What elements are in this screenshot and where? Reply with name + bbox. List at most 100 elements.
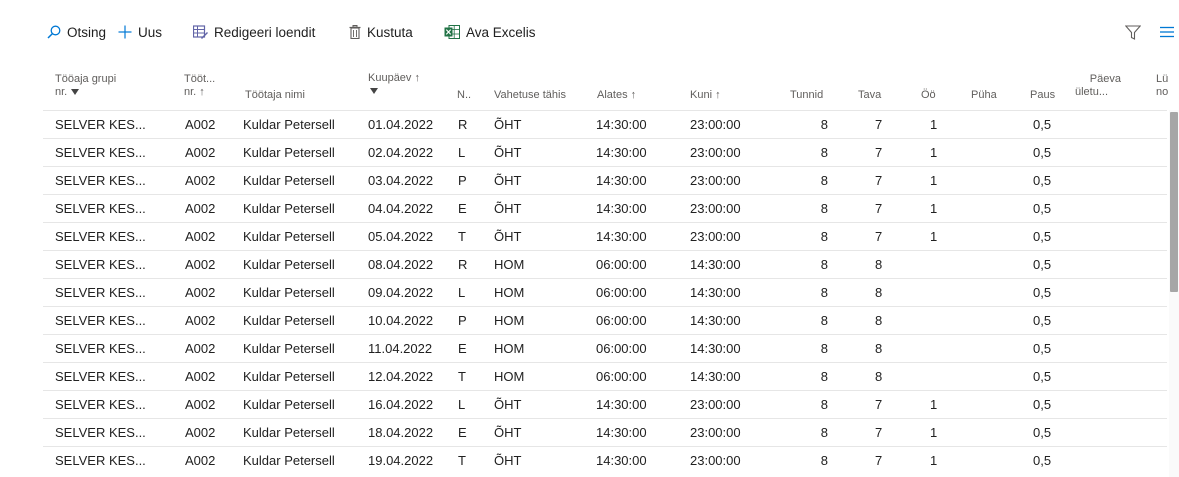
- table-row[interactable]: SELVER KES... A002 Kuldar Petersell 12.04.2…: [43, 362, 1167, 390]
- column-header-group-no[interactable]: Tööaja grupi nr.: [55, 73, 116, 99]
- cell-day: E: [458, 201, 467, 216]
- cell-night: 1: [930, 453, 938, 468]
- cell-shift-code: ÕHT: [494, 201, 522, 216]
- cell-employee-name: Kuldar Petersell: [243, 425, 335, 440]
- table-row[interactable]: SELVER KES... A002 Kuldar Petersell 16.04.2…: [43, 390, 1167, 418]
- column-header-normal[interactable]: Tava: [858, 89, 881, 102]
- cell-to: 23:00:00: [690, 397, 741, 412]
- cell-pause: 0,5: [1033, 425, 1052, 440]
- cell-normal: 7: [875, 425, 883, 440]
- cell-group-no[interactable]: SELVER KES...: [55, 111, 146, 138]
- table-row[interactable]: SELVER KES... A002 Kuldar Petersell 18.04.2…: [43, 418, 1167, 446]
- header-label: nr. ↑: [184, 86, 205, 98]
- cell-pause: 0,5: [1033, 201, 1052, 216]
- cell-employee-no: A002: [185, 453, 216, 468]
- column-header-employee-no[interactable]: Tööt... nr. ↑: [184, 73, 215, 99]
- cell-employee-no: A002: [185, 117, 216, 132]
- header-label: nr.: [55, 86, 68, 98]
- cell-day: P: [458, 173, 467, 188]
- header-label: Paus: [1030, 89, 1056, 101]
- cell-normal: 7: [875, 453, 883, 468]
- cell-normal: 8: [875, 369, 883, 384]
- edit-list-icon: [193, 25, 208, 39]
- column-header-hours[interactable]: Tunnid: [790, 89, 823, 102]
- table-row[interactable]: SELVER KES... A002 Kuldar Petersell 01.04.2…: [43, 110, 1167, 138]
- cell-to: 23:00:00: [690, 201, 741, 216]
- cell-to: 14:30:00: [690, 257, 741, 272]
- column-header-shift-code[interactable]: Vahetuse tähis: [494, 89, 566, 102]
- cell-employee-no: A002: [185, 173, 216, 188]
- column-header-holiday[interactable]: Püha: [971, 89, 997, 102]
- new-button[interactable]: Uus: [118, 22, 162, 42]
- column-header-employee-name[interactable]: Töötaja nimi: [245, 89, 305, 102]
- cell-from: 14:30:00: [596, 173, 647, 188]
- list-view-button[interactable]: [1160, 22, 1174, 42]
- cell-group-no[interactable]: SELVER KES...: [55, 139, 146, 166]
- cell-pause: 0,5: [1033, 257, 1052, 272]
- scrollbar-thumb[interactable]: [1170, 112, 1178, 292]
- cell-pause: 0,5: [1033, 369, 1052, 384]
- column-header-night[interactable]: Öö: [921, 89, 936, 102]
- cell-group-no[interactable]: SELVER KES...: [55, 167, 146, 194]
- table-row[interactable]: SELVER KES... A002 Kuldar Petersell 10.04.2…: [43, 306, 1167, 334]
- cell-from: 14:30:00: [596, 425, 647, 440]
- search-button[interactable]: Otsing: [47, 22, 106, 42]
- cell-day: R: [458, 117, 468, 132]
- cell-group-no[interactable]: SELVER KES...: [55, 279, 146, 306]
- table-row[interactable]: SELVER KES... A002 Kuldar Petersell 08.04.2…: [43, 250, 1167, 278]
- cell-group-no[interactable]: SELVER KES...: [55, 335, 146, 362]
- filter-icon: [1125, 24, 1141, 40]
- cell-group-no[interactable]: SELVER KES...: [55, 195, 146, 222]
- cell-normal: 8: [875, 285, 883, 300]
- table-row[interactable]: SELVER KES... A002 Kuldar Petersell 11.04.2…: [43, 334, 1167, 362]
- cell-shift-code: ÕHT: [494, 145, 522, 160]
- cell-to: 23:00:00: [690, 453, 741, 468]
- column-header-to[interactable]: Kuni ↑: [690, 89, 721, 102]
- column-header-short-norm[interactable]: Lühe norm: [1156, 73, 1169, 99]
- cell-date: 11.04.2022: [368, 341, 433, 356]
- column-header-pause[interactable]: Paus: [1030, 89, 1055, 102]
- column-header-from[interactable]: Alates ↑: [597, 89, 636, 102]
- cell-group-no[interactable]: SELVER KES...: [55, 447, 146, 474]
- cell-group-no[interactable]: SELVER KES...: [55, 391, 146, 418]
- cell-group-no[interactable]: SELVER KES...: [55, 419, 146, 446]
- filter-indicator-icon: [71, 89, 80, 96]
- cell-night: 1: [930, 229, 938, 244]
- table-row[interactable]: SELVER KES... A002 Kuldar Petersell 05.04.2…: [43, 222, 1167, 250]
- cell-hours: 8: [820, 313, 828, 328]
- header-label: Töötaja nimi: [245, 89, 305, 101]
- header-label: Tööt...: [184, 73, 216, 85]
- edit-list-button[interactable]: Redigeeri loendit: [193, 22, 315, 42]
- table-row[interactable]: SELVER KES... A002 Kuldar Petersell 03.04.2…: [43, 166, 1167, 194]
- cell-day: T: [458, 453, 466, 468]
- cell-group-no[interactable]: SELVER KES...: [55, 363, 146, 390]
- cell-pause: 0,5: [1033, 173, 1052, 188]
- filter-pane-button[interactable]: [1125, 22, 1141, 42]
- header-label: Öö: [921, 89, 936, 101]
- header-label: Tunnid: [790, 89, 824, 101]
- table-row[interactable]: SELVER KES... A002 Kuldar Petersell 19.04.2…: [43, 446, 1167, 474]
- cell-group-no[interactable]: SELVER KES...: [55, 223, 146, 250]
- cell-normal: 7: [875, 201, 883, 216]
- cell-pause: 0,5: [1033, 397, 1052, 412]
- column-header-date[interactable]: Kuupäev ↑: [368, 72, 420, 98]
- cell-from: 06:00:00: [596, 313, 647, 328]
- cell-night: 1: [930, 173, 938, 188]
- table-row[interactable]: SELVER KES... A002 Kuldar Petersell 09.04.2…: [43, 278, 1167, 306]
- delete-button[interactable]: Kustuta: [349, 22, 413, 42]
- open-in-excel-button[interactable]: Ava Excelis: [444, 22, 536, 42]
- cell-to: 14:30:00: [690, 341, 741, 356]
- table-row[interactable]: SELVER KES... A002 Kuldar Petersell 04.04.2…: [43, 194, 1167, 222]
- cell-group-no[interactable]: SELVER KES...: [55, 307, 146, 334]
- column-header-day[interactable]: N..: [457, 89, 471, 102]
- table-row[interactable]: SELVER KES... A002 Kuldar Petersell 02.04.2…: [43, 138, 1167, 166]
- cell-group-no[interactable]: SELVER KES...: [55, 251, 146, 278]
- plus-icon: [118, 25, 132, 39]
- delete-label: Kustuta: [367, 24, 413, 40]
- cell-pause: 0,5: [1033, 313, 1052, 328]
- cell-date: 01.04.2022: [368, 117, 434, 132]
- cell-shift-code: ÕHT: [494, 453, 522, 468]
- column-header-day-overtime[interactable]: Päeva ületu...: [1075, 73, 1125, 99]
- search-label: Otsing: [67, 24, 107, 40]
- cell-to: 14:30:00: [690, 313, 741, 328]
